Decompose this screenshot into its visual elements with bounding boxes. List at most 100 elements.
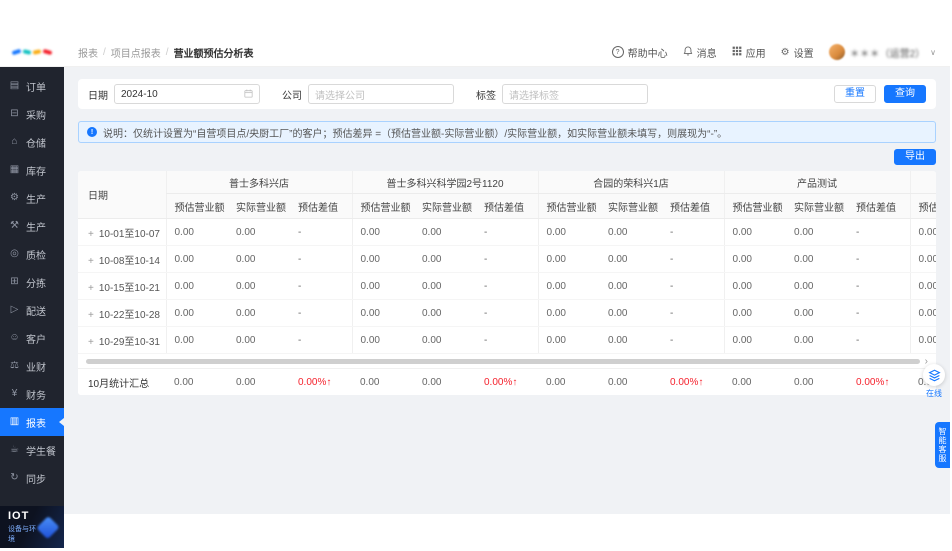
value-cell: -: [290, 326, 352, 354]
sidebar-item-production[interactable]: ⚙ 生产: [0, 184, 64, 212]
table-row: +10-15至10-21 0.00 0.00-0.00 0.00-0.00 0.00-0…: [78, 272, 936, 300]
sub-column-header: 预估差值: [848, 193, 911, 219]
date-input[interactable]: 2024-10: [114, 84, 260, 104]
sidebar-item-reports[interactable]: ▥ 报表: [0, 408, 64, 436]
value-cell: 0.00: [165, 272, 228, 300]
summary-label: 10月统计汇总: [88, 378, 150, 390]
value-cell: 0.00: [723, 299, 787, 327]
sidebar-item-quality[interactable]: ◎ 质检: [0, 240, 64, 268]
settings-icon: ⚙: [780, 46, 790, 58]
tag-filter-label: 标签: [476, 90, 496, 102]
header-action-help[interactable]: ? 帮助中心: [611, 45, 668, 60]
value-cell: 0.00: [537, 218, 601, 246]
customers-icon: ☺: [9, 332, 20, 343]
sidebar-item-warehouse[interactable]: ⌂ 仓储: [0, 128, 64, 156]
table-row: +10-22至10-28 0.00 0.00-0.00 0.00-0.00 0.00-0…: [78, 299, 936, 327]
sidebar-item-orders[interactable]: ▤ 订单: [0, 72, 64, 100]
value-cell: 0.00: [786, 245, 849, 273]
sub-column-header: 预估差值: [662, 193, 725, 219]
summary-cell: 0.00: [236, 376, 256, 388]
expand-row-icon[interactable]: +: [88, 256, 94, 267]
info-icon: !: [87, 127, 97, 137]
expand-row-icon[interactable]: +: [88, 229, 94, 240]
value-cell: 0.00: [909, 326, 936, 354]
filter-bar: 日期 2024-10 公司 请选择公司 标签 请选择标签 重置 查询: [78, 79, 936, 109]
floating-service-widget[interactable]: 在线: [921, 364, 947, 399]
sidebar-item-delivery[interactable]: ▷ 配送: [0, 296, 64, 324]
sidebar-item-student-meal[interactable]: ☕ 学生餐: [0, 436, 64, 464]
header-action-settings[interactable]: ⚙ 设置: [781, 45, 814, 60]
table-row: +10-08至10-14 0.00 0.00-0.00 0.00-0.00 0.00-0…: [78, 245, 936, 273]
breadcrumb-item[interactable]: 报表: [78, 45, 98, 60]
sidebar-item-finance[interactable]: ¥ 财务: [0, 380, 64, 408]
group-header: 合园的荣科兴1店: [537, 171, 725, 194]
sidebar-item-purchase[interactable]: ⊟ 采购: [0, 100, 64, 128]
header-action-label: 消息: [696, 48, 717, 60]
value-cell: 0.00: [600, 272, 663, 300]
header-action-label: 设置: [793, 48, 814, 60]
horizontal-scrollbar[interactable]: ›: [86, 357, 928, 367]
expand-row-icon[interactable]: +: [88, 310, 94, 321]
value-cell: 0.00: [165, 245, 228, 273]
expand-row-icon[interactable]: +: [88, 337, 94, 348]
value-cell: 0.00: [414, 326, 476, 354]
value-cell: -: [848, 326, 911, 354]
user-name: ＊＊＊（运营2）: [849, 48, 926, 60]
summary-cell: 0.00: [546, 376, 566, 388]
sidebar-item-sorting[interactable]: ⊞ 分拣: [0, 268, 64, 296]
row-date-cell: +10-22至10-28: [78, 299, 166, 327]
value-cell: 0.00: [414, 272, 476, 300]
summary-cell: 0.00%↑: [670, 376, 704, 388]
breadcrumb-separator: /: [103, 46, 106, 58]
iot-footer[interactable]: IOT 设备与环境: [0, 506, 64, 548]
sidebar-item-customers[interactable]: ☺ 客户: [0, 324, 64, 352]
header-action-message[interactable]: 消息: [683, 45, 717, 60]
inventory-icon: ▦: [9, 164, 20, 175]
sidebar-item-label: 生产: [26, 222, 46, 234]
export-button[interactable]: 导出: [894, 149, 936, 165]
floating-service-label: 在线: [926, 389, 942, 398]
value-cell: 0.00: [723, 272, 787, 300]
value-cell: 0.00: [537, 272, 601, 300]
sidebar-item-label: 配送: [26, 306, 46, 318]
header-action-apps[interactable]: 应用: [732, 45, 766, 60]
group-header: 产品测试: [723, 171, 911, 194]
purchase-icon: ⊟: [10, 108, 19, 119]
value-cell: -: [290, 218, 352, 246]
expand-row-icon[interactable]: +: [88, 283, 94, 294]
search-button[interactable]: 查询: [884, 85, 926, 103]
value-cell: -: [476, 245, 539, 273]
reset-button[interactable]: 重置: [834, 85, 876, 103]
value-cell: 0.00: [909, 245, 936, 273]
summary-cell: 0.00: [174, 376, 194, 388]
calendar-icon: [244, 85, 253, 103]
sidebar: ▤ 订单 ⊟ 采购 ⌂ 仓储 ▦ 库存 ⚙ 生产 ⚒ 生产 ◎ 质检 ⊞ 分拣 ▷ 配送 ☺ 客户 ⚖ 业财 ¥ 财务 ▥ 报表 ☕…: [0, 67, 64, 548]
scrollbar-thumb[interactable]: [86, 359, 920, 364]
table-row: +10-01至10-07 0.00 0.00-0.00 0.00-0.00 0.00-0…: [78, 218, 936, 246]
group-header: 普士多科兴店: [165, 171, 352, 194]
breadcrumb-item[interactable]: 项目点报表: [111, 45, 161, 60]
sidebar-item-label: 客户: [26, 334, 46, 346]
sub-column-header: 实际营业额: [414, 193, 476, 219]
value-cell: -: [290, 245, 352, 273]
value-cell: 0.00: [228, 218, 290, 246]
value-cell: -: [662, 245, 725, 273]
company-filter: 公司 请选择公司: [282, 84, 454, 104]
quality-icon: ◎: [10, 248, 19, 259]
chevron-down-icon: ∨: [930, 47, 936, 57]
company-select[interactable]: 请选择公司: [308, 84, 454, 104]
sidebar-item-inventory[interactable]: ▦ 库存: [0, 156, 64, 184]
group-header: [909, 171, 936, 194]
user-menu[interactable]: ＊＊＊（运营2） ∨: [828, 44, 936, 60]
sidebar-item-biz-finance[interactable]: ⚖ 业财: [0, 352, 64, 380]
sidebar-item-production-2[interactable]: ⚒ 生产: [0, 212, 64, 240]
finance-icon: ¥: [11, 388, 18, 399]
sidebar-item-sync[interactable]: ↻ 同步: [0, 464, 64, 492]
sub-column-header: 实际营业额: [228, 193, 290, 219]
value-cell: 0.00: [600, 326, 663, 354]
floating-assistant-tab[interactable]: 智能客服: [935, 422, 950, 468]
tag-select[interactable]: 请选择标签: [502, 84, 648, 104]
avatar: [828, 44, 845, 60]
value-cell: 0.00: [723, 326, 787, 354]
orders-icon: ▤: [9, 80, 20, 91]
